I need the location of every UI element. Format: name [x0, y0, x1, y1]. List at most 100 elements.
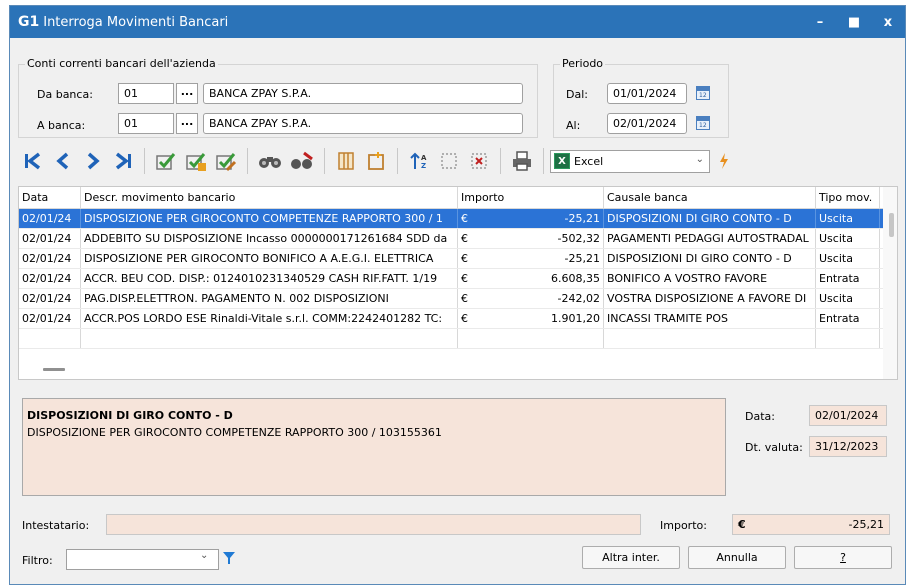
column-header-data[interactable]: Data	[19, 187, 81, 208]
cell-descr: PAG.DISP.ELETTRON. PAGAMENTO N. 002 DISP…	[81, 289, 458, 308]
binoculars-search-icon[interactable]	[254, 146, 286, 176]
svg-text:A: A	[421, 154, 427, 162]
columns-icon[interactable]	[331, 146, 361, 176]
al-calendar-icon[interactable]: 12	[696, 116, 710, 130]
cell-amount: 1.901,20	[551, 312, 600, 325]
importo-label: Importo:	[660, 519, 707, 532]
new-document-icon[interactable]	[361, 146, 391, 176]
close-button[interactable]: x	[871, 6, 905, 38]
importo-value: -25,21	[848, 518, 884, 531]
column-header-descr[interactable]: Descr. movimento bancario	[81, 187, 458, 208]
excel-icon: X	[554, 153, 570, 169]
da-banca-lookup-button[interactable]: ...	[176, 83, 198, 104]
confirm-check-icon[interactable]	[151, 146, 181, 176]
first-record-icon[interactable]	[18, 146, 48, 176]
a-banca-name-input[interactable]: BANCA ZPAY S.P.A.	[203, 113, 523, 134]
detail-data-value: 02/01/2024	[809, 405, 887, 426]
table-row[interactable]: 02/01/24 ACCR. BEU COD. DISP.: 0124010231…	[19, 269, 897, 289]
cell-descr: DISPOSIZIONE PER GIROCONTO BONIFICO A A.…	[81, 249, 458, 268]
cell-data: 02/01/24	[19, 209, 81, 228]
select-all-icon[interactable]	[434, 146, 464, 176]
help-button[interactable]: ?	[794, 546, 892, 569]
al-date-input[interactable]: 02/01/2024	[607, 113, 687, 134]
table-row[interactable]: 02/01/24 ACCR.POS LORDO ESE Rinaldi-Vital…	[19, 309, 897, 329]
grid-vertical-scrollbar[interactable]	[883, 187, 897, 379]
main-window: G1 Interroga Movimenti Bancari – ■ x Con…	[9, 5, 906, 585]
cell-currency: €	[461, 232, 468, 245]
cell-tipo: Uscita	[816, 289, 880, 308]
cell-currency: €	[461, 252, 468, 265]
toolbar-separator	[324, 148, 325, 174]
cell-tipo: Entrata	[816, 269, 880, 288]
da-banca-label: Da banca:	[37, 88, 93, 101]
edit-check-icon[interactable]	[211, 146, 241, 176]
column-header-importo[interactable]: Importo	[458, 187, 604, 208]
table-row[interactable]: 02/01/24 DISPOSIZIONE PER GIROCONTO COMPE…	[19, 209, 897, 229]
filtro-select[interactable]	[66, 549, 219, 570]
dal-label: Dal:	[566, 88, 588, 101]
cell-data: 02/01/24	[19, 289, 81, 308]
toolbar-separator	[500, 148, 501, 174]
filter-funnel-icon[interactable]	[222, 551, 236, 568]
da-banca-code-input[interactable]: 01	[118, 83, 174, 104]
grid-header: Data Descr. movimento bancario Importo C…	[19, 187, 897, 209]
previous-record-icon[interactable]	[48, 146, 78, 176]
detail-data-label: Data:	[745, 410, 775, 423]
printer-icon[interactable]	[507, 146, 537, 176]
cell-importo: € -25,21	[458, 209, 604, 228]
cell-currency: €	[461, 212, 468, 225]
annulla-button[interactable]: Annulla	[688, 546, 786, 569]
scrollbar-thumb[interactable]	[889, 213, 894, 237]
toolbar-separator	[543, 148, 544, 174]
cell-tipo: Uscita	[816, 229, 880, 248]
deselect-icon[interactable]	[464, 146, 494, 176]
column-header-tipo[interactable]: Tipo mov.	[816, 187, 880, 208]
altra-inter-button[interactable]: Altra inter.	[582, 546, 680, 569]
da-banca-name-input[interactable]: BANCA ZPAY S.P.A.	[203, 83, 523, 104]
cell-data: 02/01/24	[19, 269, 81, 288]
cell-amount: 6.608,35	[551, 272, 600, 285]
cell-descr: ACCR. BEU COD. DISP.: 0124010231340529 C…	[81, 269, 458, 288]
cell-causale: DISPOSIZIONI DI GIRO CONTO - D	[604, 249, 816, 268]
advanced-search-icon[interactable]	[286, 146, 318, 176]
table-row[interactable]: 02/01/24 DISPOSIZIONE PER GIROCONTO BONIF…	[19, 249, 897, 269]
column-header-causale[interactable]: Causale banca	[604, 187, 816, 208]
cell-currency: €	[461, 292, 468, 305]
a-banca-code-input[interactable]: 01	[118, 113, 174, 134]
next-record-icon[interactable]	[78, 146, 108, 176]
title-bar: G1 Interroga Movimenti Bancari – ■ x	[10, 6, 905, 38]
cell-causale: INCASSI TRAMITE POS	[604, 309, 816, 328]
export-format-select[interactable]: X Excel ⌄	[550, 149, 710, 173]
cell-tipo: Entrata	[816, 309, 880, 328]
a-banca-label: A banca:	[37, 119, 86, 132]
app-icon: G1	[18, 14, 40, 30]
a-banca-lookup-button[interactable]: ...	[176, 113, 198, 134]
window-title: Interroga Movimenti Bancari	[43, 14, 229, 30]
maximize-button[interactable]: ■	[837, 6, 871, 38]
lightning-icon[interactable]	[714, 146, 734, 176]
periodo-group-title: Periodo	[560, 57, 606, 70]
chevron-down-icon: ⌄	[695, 153, 704, 165]
al-label: Al:	[566, 119, 581, 132]
cell-descr: ADDEBITO SU DISPOSIZIONE Incasso 0000000…	[81, 229, 458, 248]
table-row[interactable]: 02/01/24 ADDEBITO SU DISPOSIZIONE Incasso…	[19, 229, 897, 249]
dal-calendar-icon[interactable]: 12	[696, 86, 710, 100]
table-row[interactable]: 02/01/24 PAG.DISP.ELETTRON. PAGAMENTO N. …	[19, 289, 897, 309]
intestatario-label: Intestatario:	[22, 519, 90, 532]
importo-field: € -25,21	[732, 514, 890, 535]
minimize-button[interactable]: –	[803, 6, 837, 38]
check-save-icon[interactable]	[181, 146, 211, 176]
sort-az-icon[interactable]: AZ	[404, 146, 434, 176]
dal-date-input[interactable]: 01/01/2024	[607, 83, 687, 104]
chevron-down-icon[interactable]: ⌄	[200, 550, 208, 561]
grid-body: 02/01/24 DISPOSIZIONE PER GIROCONTO COMPE…	[19, 209, 897, 329]
cell-amount: -25,21	[564, 212, 600, 225]
detail-valuta-value: 31/12/2023	[809, 436, 887, 457]
cell-causale: PAGAMENTI PEDAGGI AUTOSTRADAL	[604, 229, 816, 248]
last-record-icon[interactable]	[108, 146, 138, 176]
cell-amount: -242,02	[557, 292, 600, 305]
conti-group-title: Conti correnti bancari dell'azienda	[25, 57, 218, 70]
grid-horizontal-scrollbar[interactable]	[43, 368, 65, 371]
filtro-label: Filtro:	[22, 554, 53, 567]
detail-title: DISPOSIZIONI DI GIRO CONTO - D	[27, 409, 233, 422]
